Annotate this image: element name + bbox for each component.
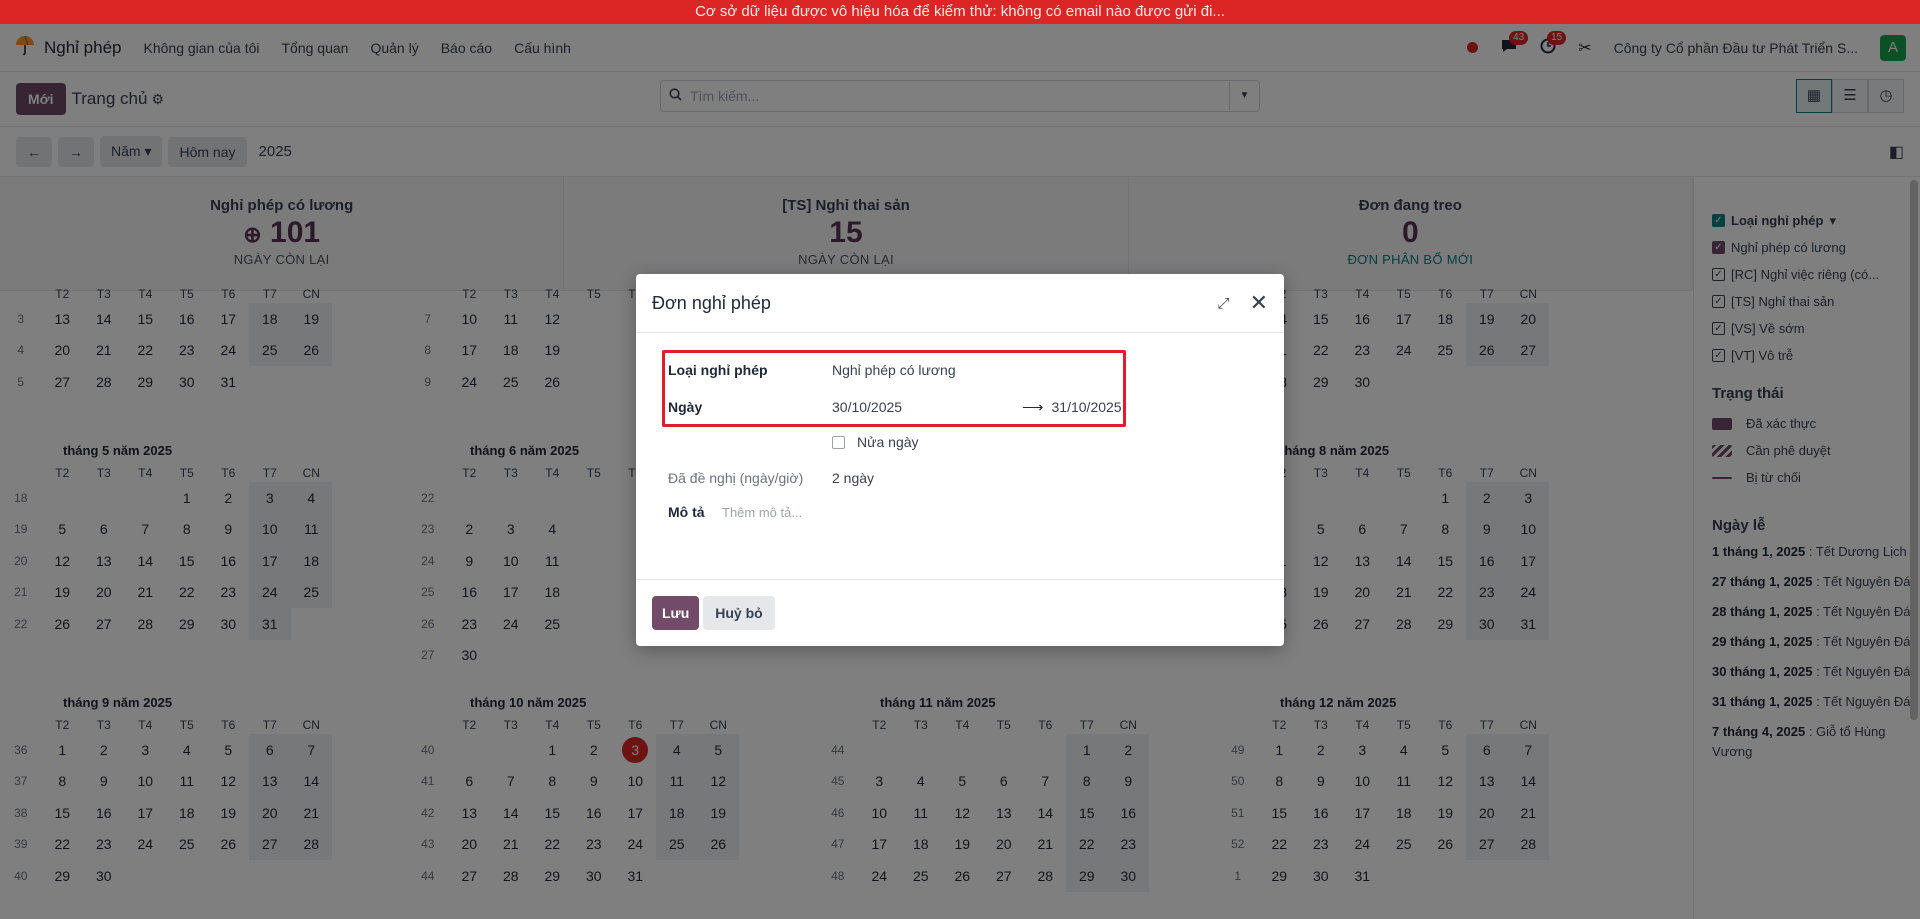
requested-value: 2 ngày bbox=[832, 470, 875, 486]
half-day-label: Nửa ngày bbox=[857, 434, 919, 450]
dialog-header: Đơn nghỉ phép ⤢ ✕ bbox=[636, 274, 1284, 333]
leave-request-dialog: Đơn nghỉ phép ⤢ ✕ Loại nghỉ phép Nghỉ ph… bbox=[636, 274, 1284, 646]
description-label: Mô tả bbox=[668, 504, 705, 520]
half-day-checkbox[interactable] bbox=[832, 435, 845, 449]
test-db-banner: Cơ sở dữ liệu được vô hiệu hóa để kiểm t… bbox=[0, 0, 1920, 24]
dialog-title: Đơn nghỉ phép bbox=[652, 292, 771, 313]
description-input[interactable]: Thêm mô tả... bbox=[722, 505, 802, 520]
description-field: Mô tả Thêm mô tả... bbox=[668, 504, 802, 520]
expand-icon[interactable]: ⤢ bbox=[1218, 295, 1230, 312]
dialog-footer: Lưu Huỷ bỏ bbox=[636, 579, 1284, 646]
highlight-box bbox=[662, 350, 1126, 427]
cancel-button[interactable]: Huỷ bỏ bbox=[703, 596, 775, 630]
half-day-field: Nửa ngày bbox=[832, 434, 919, 450]
close-icon[interactable]: ✕ bbox=[1250, 290, 1268, 316]
requested-label: Đã đề nghị (ngày/giờ) bbox=[668, 470, 804, 486]
requested-field: Đã đề nghị (ngày/giờ) 2 ngày bbox=[668, 470, 874, 486]
save-button[interactable]: Lưu bbox=[652, 596, 700, 630]
